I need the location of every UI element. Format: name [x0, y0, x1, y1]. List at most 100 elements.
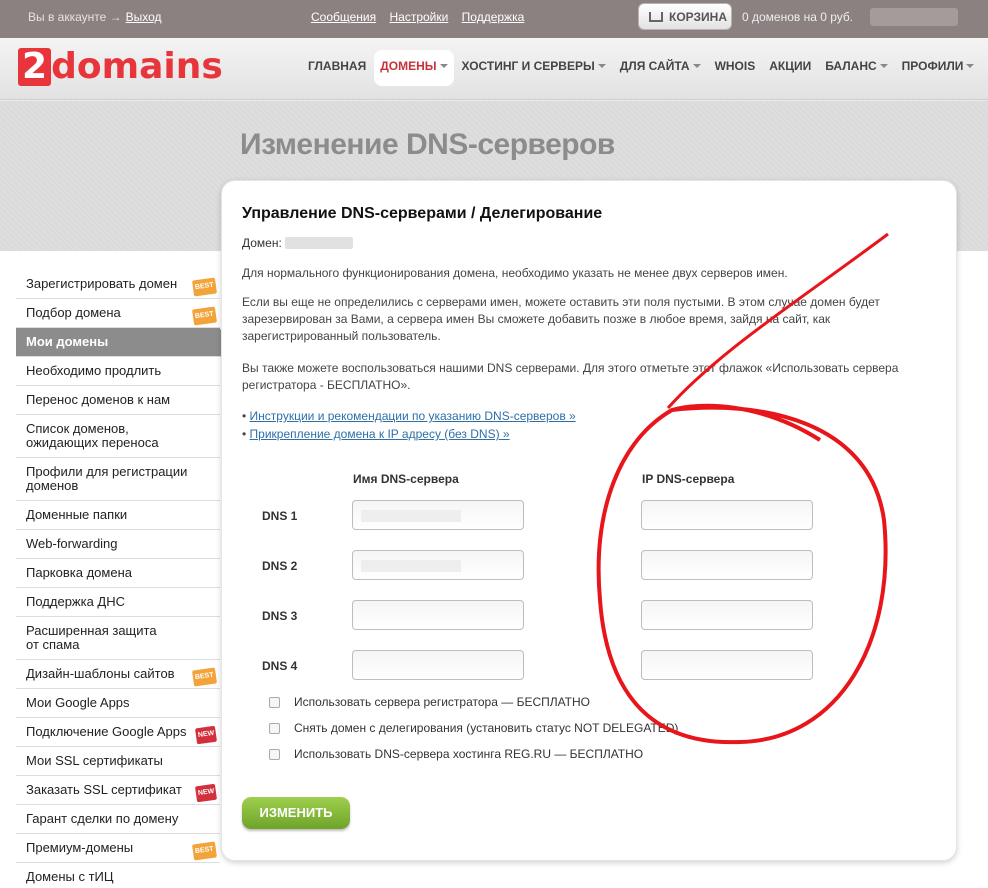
- logo-number: 2: [18, 48, 52, 86]
- sidebar-item-label: Профили для регистрации доменов: [26, 464, 188, 493]
- cart-button[interactable]: КОРЗИНА: [638, 3, 732, 30]
- hosting-dns-option[interactable]: Использовать DNS-сервера хостинга REG.RU…: [269, 747, 643, 761]
- hosting-dns-checkbox[interactable]: [269, 749, 280, 760]
- dns1-ip-input[interactable]: [641, 500, 813, 530]
- domain-label: Домен:: [242, 236, 282, 250]
- dns3-label: DNS 3: [262, 609, 298, 623]
- sidebar-item[interactable]: Профили для регистрации доменов: [16, 458, 220, 501]
- panel-heading: Управление DNS-серверами / Делегирование: [242, 205, 603, 222]
- sidebar-item-label: Мои SSL сертификаты: [26, 753, 163, 768]
- cart-icon: [649, 12, 663, 22]
- chevron-down-icon: [692, 64, 701, 68]
- sidebar-item[interactable]: Мои SSL сертификаты: [16, 747, 220, 776]
- redacted-value: [361, 510, 461, 522]
- logo[interactable]: 2 domains: [18, 48, 223, 90]
- top-bar: Вы в аккаунте → Выход Сообщения Настройки…: [0, 0, 988, 38]
- sidebar-item-label: Список доменов, ожидающих переноса: [26, 421, 159, 450]
- sidebar-item[interactable]: Доменные папки: [16, 501, 220, 530]
- cart-summary: 0 доменов на 0 руб.: [742, 10, 854, 24]
- sidebar-badge: NEW: [194, 725, 218, 745]
- nav-balance[interactable]: БАЛАНС: [819, 50, 893, 86]
- sidebar: Зарегистрировать домен BEST Подбор домена B…: [16, 270, 234, 888]
- info-text-2a: Если вы еще не определились с серверами …: [242, 295, 880, 309]
- nav-profiles[interactable]: ПРОФИЛИ: [896, 50, 981, 86]
- sidebar-badge: BEST: [192, 667, 218, 687]
- sidebar-item[interactable]: Список доменов, ожидающих переноса: [16, 415, 220, 458]
- sidebar-item[interactable]: Дизайн-шаблоны сайтов BEST: [16, 660, 220, 689]
- chevron-down-icon: [879, 64, 888, 68]
- undelegate-option[interactable]: Снять домен с делегирования (установить …: [269, 721, 678, 735]
- cart-label: КОРЗИНА: [669, 10, 727, 24]
- ip-link-row: • Прикрепление домена к IP адресу (без D…: [242, 427, 510, 441]
- sidebar-item-label: Расширенная защита от спама: [26, 623, 157, 652]
- nav-home[interactable]: ГЛАВНАЯ: [302, 50, 372, 86]
- dns4-ip-input[interactable]: [641, 650, 813, 680]
- sidebar-item[interactable]: Расширенная защита от спама: [16, 617, 220, 660]
- use-registrar-dns-checkbox[interactable]: [269, 697, 280, 708]
- chevron-down-icon: [597, 64, 606, 68]
- instructions-link[interactable]: Инструкции и рекомендации по указанию DN…: [250, 409, 576, 423]
- ip-binding-link[interactable]: Прикрепление домена к IP адресу (без DNS…: [250, 427, 510, 441]
- sidebar-item[interactable]: Необходимо продлить: [16, 357, 220, 386]
- redacted-value: [361, 560, 461, 572]
- dns4-label: DNS 4: [262, 659, 298, 673]
- sidebar-item[interactable]: Зарегистрировать домен BEST: [16, 270, 220, 299]
- logout-link[interactable]: Выход: [126, 10, 162, 24]
- sidebar-badge: BEST: [192, 306, 218, 326]
- sidebar-item[interactable]: Парковка домена: [16, 559, 220, 588]
- sidebar-item[interactable]: Подбор домена BEST: [16, 299, 220, 328]
- nav-for-site[interactable]: ДЛЯ САЙТА: [614, 50, 707, 86]
- chevron-down-icon: [439, 64, 448, 68]
- undelegate-checkbox[interactable]: [269, 723, 280, 734]
- nav-hosting[interactable]: ХОСТИНГ И СЕРВЕРЫ: [456, 50, 612, 86]
- sidebar-item[interactable]: Поддержка ДНС: [16, 588, 220, 617]
- dns3-name-input[interactable]: [352, 600, 524, 630]
- domain-line: Домен:: [242, 236, 353, 250]
- sidebar-item[interactable]: Гарант сделки по домену: [16, 805, 220, 834]
- sidebar-item[interactable]: Премиум-домены BEST: [16, 834, 220, 863]
- sidebar-badge: BEST: [192, 841, 218, 861]
- sidebar-item-label: Дизайн-шаблоны сайтов: [26, 666, 175, 681]
- sidebar-item[interactable]: Домены с тИЦ: [16, 863, 220, 888]
- checkbox-label: Снять домен с делегирования (установить …: [294, 721, 679, 735]
- page-title: Изменение DNS-серверов: [240, 128, 615, 161]
- logo-text: domains: [51, 46, 223, 87]
- dns2-name-input[interactable]: [352, 550, 524, 580]
- sidebar-item[interactable]: Мои Google Apps: [16, 689, 220, 718]
- sidebar-item-label: Домены с тИЦ: [26, 869, 114, 884]
- sidebar-item-label: Доменные папки: [26, 507, 128, 522]
- use-registrar-dns-option[interactable]: Использовать сервера регистратора — БЕСП…: [269, 695, 590, 709]
- support-link[interactable]: Поддержка: [462, 10, 525, 24]
- sidebar-item[interactable]: Подключение Google Apps NEW: [16, 718, 220, 747]
- sidebar-item-label: Гарант сделки по домену: [26, 811, 179, 826]
- submit-button[interactable]: ИЗМЕНИТЬ: [242, 797, 350, 829]
- nav-domains[interactable]: ДОМЕНЫ: [374, 50, 454, 86]
- info-text-3a: Вы также можете воспользоваться нашими D…: [242, 361, 899, 375]
- dns4-name-input[interactable]: [352, 650, 524, 680]
- sidebar-item[interactable]: Web-forwarding: [16, 530, 220, 559]
- sidebar-item-label: Заказать SSL сертификат: [26, 782, 182, 797]
- instructions-link-row: • Инструкции и рекомендации по указанию …: [242, 409, 576, 423]
- dns2-ip-input[interactable]: [641, 550, 813, 580]
- dns-panel: Управление DNS-серверами / Делегирование…: [221, 180, 957, 861]
- messages-link[interactable]: Сообщения: [311, 10, 376, 24]
- sidebar-item-label: Перенос доменов к нам: [26, 392, 171, 407]
- sidebar-item-label: Web-forwarding: [26, 536, 118, 551]
- checkbox-label: Использовать сервера регистратора — БЕСП…: [294, 695, 591, 709]
- nav-promos[interactable]: АКЦИИ: [763, 50, 817, 86]
- settings-link[interactable]: Настройки: [389, 10, 448, 24]
- sidebar-item[interactable]: Заказать SSL сертификат NEW: [16, 776, 220, 805]
- dns1-label: DNS 1: [262, 509, 298, 523]
- redacted-user: [870, 8, 958, 26]
- info-text-2b: зарезервирован за Вами, а сервера имен В…: [242, 312, 831, 326]
- col-dns-name: Имя DNS-сервера: [353, 472, 459, 486]
- sidebar-item-label: Необходимо продлить: [26, 363, 162, 378]
- dns3-ip-input[interactable]: [641, 600, 813, 630]
- sidebar-item[interactable]: Перенос доменов к нам: [16, 386, 220, 415]
- info-text-2c: зарегистрированный пользователь.: [242, 329, 441, 343]
- top-links: Сообщения Настройки Поддержка: [311, 10, 534, 24]
- dns1-name-input[interactable]: [352, 500, 524, 530]
- sidebar-item[interactable]: Мои домены: [16, 328, 234, 357]
- nav-whois[interactable]: WHOIS: [709, 50, 762, 86]
- sidebar-item-label: Подключение Google Apps: [26, 724, 187, 739]
